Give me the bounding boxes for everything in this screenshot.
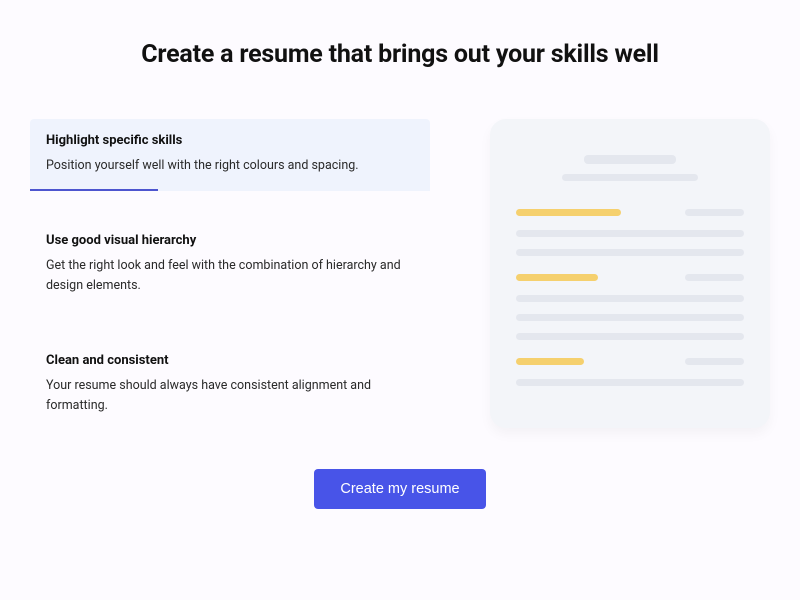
tab-title: Clean and consistent [46,353,414,368]
tab-desc: Your resume should always have consisten… [46,376,414,415]
tab-highlight-skills[interactable]: Highlight specific skills Position yours… [30,119,430,191]
tab-clean-consistent[interactable]: Clean and consistent Your resume should … [30,339,430,431]
tab-title: Use good visual hierarchy [46,233,414,248]
tab-desc: Get the right look and feel with the com… [46,256,414,295]
create-resume-button[interactable]: Create my resume [314,469,485,509]
feature-tabs: Highlight specific skills Position yours… [30,119,430,431]
tab-visual-hierarchy[interactable]: Use good visual hierarchy Get the right … [30,219,430,311]
page-title: Create a resume that brings out your ski… [30,40,770,69]
tab-title: Highlight specific skills [46,133,414,148]
resume-preview [490,119,770,428]
tab-desc: Position yourself well with the right co… [46,156,414,175]
